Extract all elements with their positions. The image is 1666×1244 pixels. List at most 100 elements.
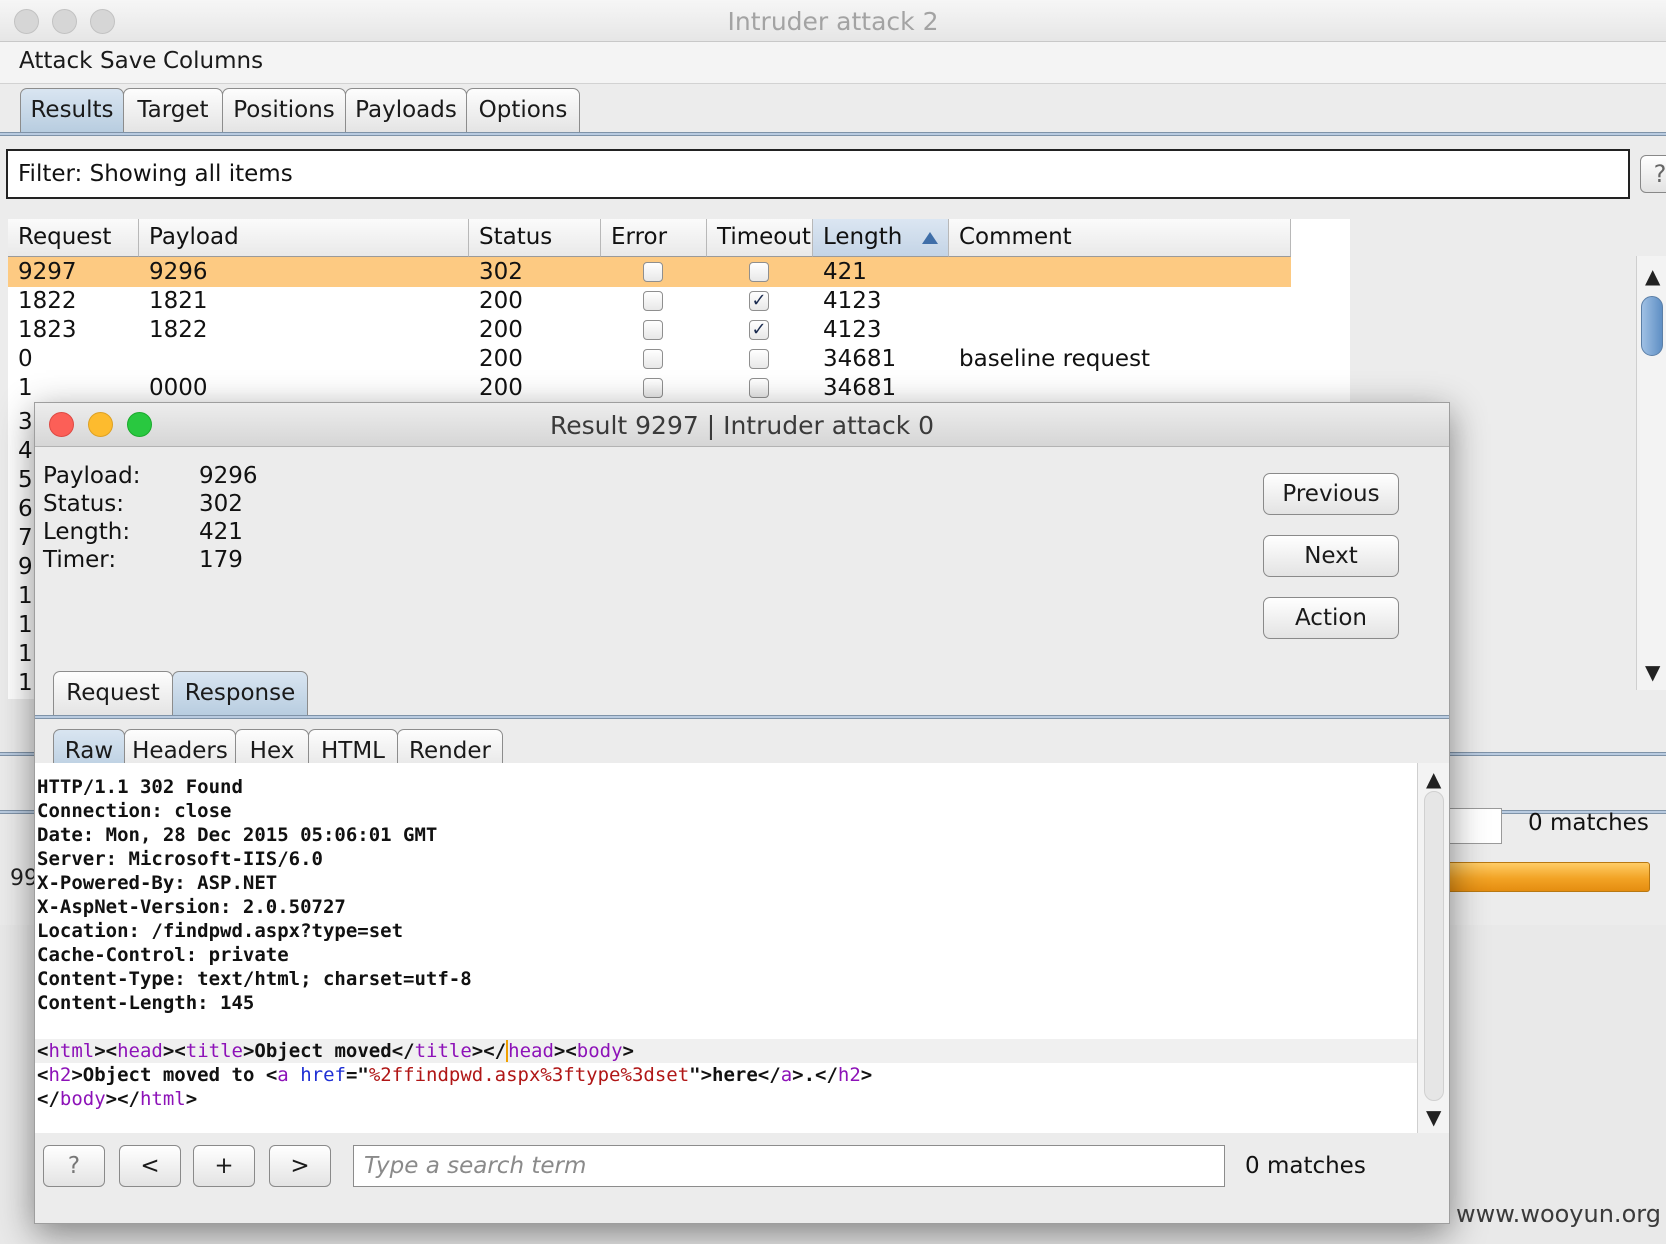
title-text: Object moved (254, 1040, 392, 1062)
watermark: www.wooyun.org (1456, 1200, 1661, 1228)
cell-status: 200 (479, 346, 523, 372)
response-line: Server: Microsoft-IIS/6.0 (37, 848, 323, 870)
search-input[interactable] (353, 1145, 1225, 1187)
column-header-request[interactable]: Request (8, 219, 139, 257)
main-titlebar: Intruder attack 2 (0, 0, 1666, 42)
column-header-payload[interactable]: Payload (139, 219, 469, 257)
response-editor[interactable]: HTTP/1.1 302 Found Connection: close Dat… (35, 763, 1417, 1133)
info-value-status: 302 (199, 491, 243, 517)
info-label-payload: Payload: (43, 463, 141, 489)
response-body-line: <html><head><title>Object moved</title><… (35, 1039, 1417, 1063)
tab-target[interactable]: Target (123, 88, 223, 132)
response-line: Content-Type: text/html; charset=utf-8 (37, 968, 472, 990)
error-checkbox[interactable] (643, 378, 663, 398)
error-checkbox[interactable] (643, 320, 663, 340)
menu-save[interactable]: Save (100, 48, 156, 74)
cell-status: 200 (479, 375, 523, 401)
href-value: %2ffindpwd.aspx%3ftype%3dset (368, 1064, 690, 1086)
result-window-title: Result 9297 | Intruder attack 0 (549, 411, 935, 440)
table-row[interactable]: 1822 1821 200 ✓ 4123 (8, 286, 1291, 316)
column-header-error[interactable]: Error (601, 219, 707, 257)
filter-bar[interactable]: Filter: Showing all items (6, 149, 1630, 199)
cell-request: 0 (18, 346, 33, 372)
action-button[interactable]: Action (1263, 597, 1399, 639)
response-tab-underline (35, 715, 1449, 719)
cell-request: 1823 (18, 317, 77, 343)
search-previous-button[interactable]: < (119, 1145, 181, 1187)
tab-results[interactable]: Results (20, 88, 124, 132)
result-popup-window: Result 9297 | Intruder attack 0 Payload:… (34, 402, 1450, 1224)
cell-request: 1 (18, 375, 33, 401)
scroll-down-arrow-icon[interactable]: ▼ (1645, 660, 1660, 684)
cell-length: 4123 (823, 317, 882, 343)
row-number-partial: 4 (18, 438, 33, 464)
column-header-status[interactable]: Status (469, 219, 601, 257)
error-checkbox[interactable] (643, 262, 663, 282)
row-number-partial: 1 (18, 583, 33, 609)
timeout-checkbox-checked[interactable]: ✓ (749, 291, 769, 311)
response-body-line: <h2>Object moved to <a href="%2ffindpwd.… (37, 1064, 873, 1086)
cell-length: 34681 (823, 346, 897, 372)
h2-text: Object moved to (82, 1064, 266, 1086)
scroll-up-arrow-icon[interactable]: ▲ (1645, 264, 1660, 288)
column-header-comment[interactable]: Comment (949, 219, 1291, 257)
timeout-checkbox[interactable] (749, 349, 769, 369)
search-match-count: 0 matches (1245, 1153, 1366, 1179)
scroll-down-arrow-icon[interactable]: ▼ (1426, 1105, 1441, 1129)
column-header-timeout[interactable]: Timeout (707, 219, 813, 257)
cell-status: 200 (479, 288, 523, 314)
response-line: Date: Mon, 28 Dec 2015 05:06:01 GMT (37, 824, 438, 846)
menu-bar: Attack Save Columns (0, 42, 1666, 84)
row-number-partial: 1 (18, 641, 33, 667)
link-text: here (712, 1064, 758, 1086)
scroll-up-arrow-icon[interactable]: ▲ (1426, 767, 1441, 791)
cell-comment (949, 316, 959, 344)
table-row[interactable]: 0 200 34681 baseline request (8, 344, 1291, 374)
cell-comment: baseline request (959, 346, 1151, 372)
row-number-partial: 7 (18, 525, 33, 551)
cell-request: 1822 (18, 288, 77, 314)
scrollbar-thumb[interactable] (1641, 296, 1663, 356)
cell-payload (139, 345, 149, 373)
editor-scrollbar[interactable]: ▲ ▼ (1417, 763, 1449, 1133)
tab-request[interactable]: Request (53, 671, 173, 715)
tab-response[interactable]: Response (172, 671, 308, 715)
error-checkbox[interactable] (643, 291, 663, 311)
cell-length: 4123 (823, 288, 882, 314)
previous-button[interactable]: Previous (1263, 473, 1399, 515)
cell-status: 200 (479, 317, 523, 343)
timeout-checkbox[interactable] (749, 378, 769, 398)
response-line: Cache-Control: private (37, 944, 289, 966)
column-header-length[interactable]: Length (813, 219, 949, 257)
table-row[interactable]: 1823 1822 200 ✓ 4123 (8, 315, 1291, 345)
results-scrollbar[interactable]: ▲ ▼ (1636, 256, 1666, 690)
search-add-button[interactable]: + (193, 1145, 255, 1187)
search-next-button[interactable]: > (269, 1145, 331, 1187)
cell-status: 302 (479, 259, 523, 285)
filter-help-button[interactable]: ? (1640, 155, 1666, 193)
table-row[interactable]: 1 0000 200 34681 (8, 373, 1291, 403)
row-number-partial: 6 (18, 496, 33, 522)
tab-payloads[interactable]: Payloads (345, 88, 467, 132)
menu-attack[interactable]: Attack (19, 48, 92, 74)
search-bar: ? < + > 0 matches (35, 1133, 1449, 1223)
info-value-length: 421 (199, 519, 243, 545)
timeout-checkbox-checked[interactable]: ✓ (749, 320, 769, 340)
tab-positions[interactable]: Positions (222, 88, 346, 132)
tab-options[interactable]: Options (466, 88, 580, 132)
timeout-checkbox[interactable] (749, 262, 769, 282)
column-header-length-label: Length (823, 224, 903, 250)
cell-comment (949, 287, 959, 315)
row-number-partial: 1 (18, 670, 33, 696)
menu-columns[interactable]: Columns (163, 48, 263, 74)
cell-length: 421 (823, 259, 867, 285)
search-help-button[interactable]: ? (43, 1145, 105, 1187)
next-button[interactable]: Next (1263, 535, 1399, 577)
table-row[interactable]: 9297 9296 302 421 (8, 257, 1291, 287)
row-number-partial: 9 (18, 554, 33, 580)
cell-payload: 9296 (149, 259, 208, 285)
cell-request: 9297 (18, 259, 77, 285)
error-checkbox[interactable] (643, 349, 663, 369)
response-line: Content-Length: 145 (37, 992, 255, 1014)
scrollbar-track[interactable] (1424, 791, 1444, 1101)
